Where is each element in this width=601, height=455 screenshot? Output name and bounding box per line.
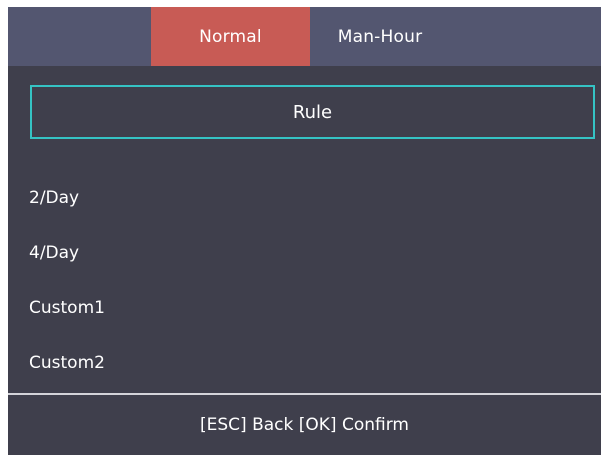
footer-hint-bar: [ESC] Back [OK] Confirm xyxy=(8,395,601,455)
option-custom1[interactable]: Custom1 xyxy=(8,280,601,335)
option-4-per-day[interactable]: 4/Day xyxy=(8,225,601,280)
device-frame: Normal Man-Hour Rule 2/Day 4/Day Custom1… xyxy=(0,0,601,455)
screen: Normal Man-Hour Rule 2/Day 4/Day Custom1… xyxy=(8,7,601,455)
rule-label: Rule xyxy=(292,101,333,123)
option-label: 4/Day xyxy=(29,242,80,263)
tab-bar: Normal Man-Hour xyxy=(8,7,601,66)
option-2-per-day[interactable]: 2/Day xyxy=(8,170,601,225)
rule-option-list: 2/Day 4/Day Custom1 Custom2 xyxy=(8,170,601,390)
option-label: 2/Day xyxy=(29,187,80,208)
tab-man-hour[interactable]: Man-Hour xyxy=(310,7,450,66)
option-custom2[interactable]: Custom2 xyxy=(8,335,601,390)
key-hint-text: [ESC] Back [OK] Confirm xyxy=(200,415,409,435)
tab-normal[interactable]: Normal xyxy=(151,7,310,66)
option-label: Custom1 xyxy=(29,297,105,318)
option-label: Custom2 xyxy=(29,352,105,373)
rule-field[interactable]: Rule xyxy=(30,85,595,139)
